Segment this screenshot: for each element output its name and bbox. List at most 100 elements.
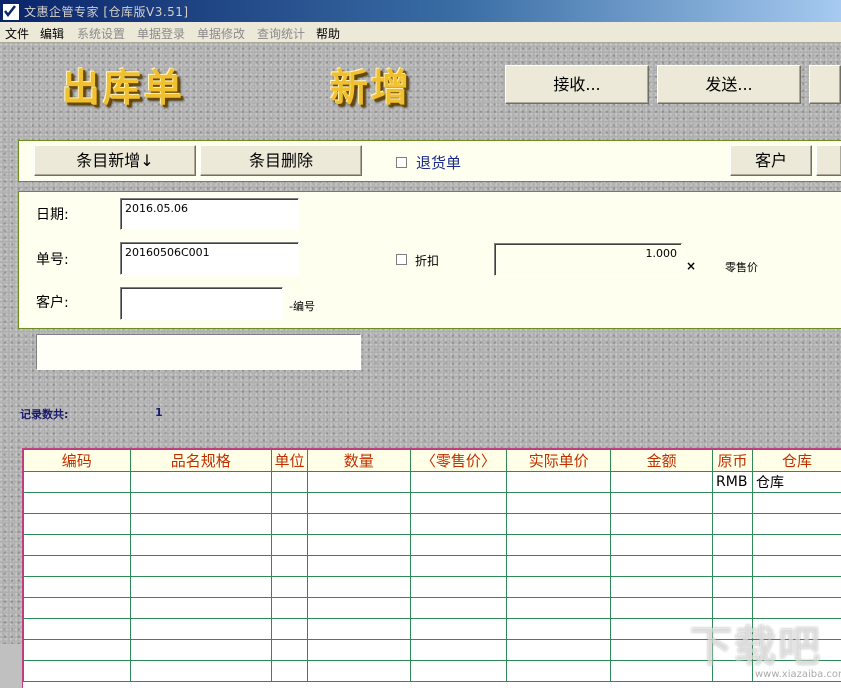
table-cell[interactable]	[24, 472, 131, 493]
column-header[interactable]: 〈零售价〉	[410, 450, 507, 472]
table-cell[interactable]: 仓库	[752, 472, 841, 493]
table-cell[interactable]	[611, 493, 713, 514]
table-cell[interactable]	[507, 661, 611, 682]
table-cell[interactable]	[713, 577, 753, 598]
table-cell[interactable]	[307, 661, 410, 682]
table-cell[interactable]	[410, 556, 507, 577]
table-cell[interactable]	[611, 514, 713, 535]
column-header[interactable]: 仓库	[752, 450, 841, 472]
table-cell[interactable]	[130, 577, 271, 598]
table-cell[interactable]	[307, 640, 410, 661]
table-cell[interactable]	[410, 619, 507, 640]
column-header[interactable]: 数量	[307, 450, 410, 472]
menu-document-edit[interactable]: 单据修改	[197, 25, 245, 42]
menu-file[interactable]: 文件	[5, 25, 29, 42]
column-header[interactable]: 编码	[24, 450, 131, 472]
column-header[interactable]: 实际单价	[507, 450, 611, 472]
table-cell[interactable]	[24, 535, 131, 556]
table-cell[interactable]	[130, 598, 271, 619]
column-header[interactable]: 品名规格	[130, 450, 271, 472]
table-cell[interactable]	[130, 661, 271, 682]
table-cell[interactable]	[24, 619, 131, 640]
table-cell[interactable]	[410, 598, 507, 619]
table-cell[interactable]	[24, 640, 131, 661]
date-input[interactable]: 2016.05.06	[120, 198, 299, 230]
table-cell[interactable]	[507, 472, 611, 493]
table-cell[interactable]	[752, 556, 841, 577]
extra-toolbar-button[interactable]	[816, 145, 841, 176]
table-cell[interactable]	[24, 493, 131, 514]
table-cell[interactable]	[130, 535, 271, 556]
table-cell[interactable]	[507, 535, 611, 556]
menu-query-stats[interactable]: 查询统计	[257, 25, 305, 42]
table-cell[interactable]	[611, 535, 713, 556]
extra-header-button[interactable]	[809, 65, 841, 104]
table-cell[interactable]	[410, 577, 507, 598]
table-cell[interactable]	[713, 493, 753, 514]
table-cell[interactable]	[130, 556, 271, 577]
table-cell[interactable]	[507, 640, 611, 661]
table-cell[interactable]	[130, 472, 271, 493]
delete-item-button[interactable]: 条目删除	[200, 145, 362, 176]
discount-input[interactable]: 1.000	[494, 243, 682, 276]
table-cell[interactable]	[713, 514, 753, 535]
menu-document-entry[interactable]: 单据登录	[137, 25, 185, 42]
table-cell[interactable]	[272, 514, 308, 535]
table-cell[interactable]	[410, 514, 507, 535]
table-cell[interactable]	[272, 472, 308, 493]
table-cell[interactable]	[410, 661, 507, 682]
table-row[interactable]	[24, 535, 841, 556]
table-row[interactable]	[24, 556, 841, 577]
table-cell[interactable]	[507, 556, 611, 577]
table-cell[interactable]	[307, 535, 410, 556]
table-cell[interactable]	[307, 493, 410, 514]
table-row[interactable]: RMB仓库	[24, 472, 841, 493]
receive-button[interactable]: 接收...	[505, 65, 649, 104]
table-cell[interactable]	[24, 577, 131, 598]
send-button[interactable]: 发送...	[657, 65, 801, 104]
table-cell[interactable]	[507, 577, 611, 598]
table-cell[interactable]	[307, 472, 410, 493]
table-cell[interactable]	[752, 514, 841, 535]
table-cell[interactable]	[410, 493, 507, 514]
table-cell[interactable]	[752, 577, 841, 598]
table-cell[interactable]: RMB	[713, 472, 753, 493]
table-cell[interactable]	[507, 598, 611, 619]
title-bar[interactable]: 文惠企管专家 [仓库版V3.51]	[0, 0, 841, 22]
table-cell[interactable]	[507, 514, 611, 535]
menu-help[interactable]: 帮助	[316, 25, 340, 42]
table-cell[interactable]	[713, 556, 753, 577]
add-item-button[interactable]: 条目新增↓	[34, 145, 196, 176]
memo-input[interactable]	[36, 334, 361, 370]
table-cell[interactable]	[611, 556, 713, 577]
table-row[interactable]	[24, 493, 841, 514]
table-cell[interactable]	[507, 619, 611, 640]
table-cell[interactable]	[130, 619, 271, 640]
table-cell[interactable]	[410, 535, 507, 556]
table-cell[interactable]	[272, 640, 308, 661]
table-cell[interactable]	[410, 640, 507, 661]
table-cell[interactable]	[307, 514, 410, 535]
table-cell[interactable]	[272, 556, 308, 577]
table-cell[interactable]	[507, 493, 611, 514]
table-cell[interactable]	[272, 619, 308, 640]
table-cell[interactable]	[410, 472, 507, 493]
customer-button[interactable]: 客户	[730, 145, 812, 176]
column-header[interactable]: 原币	[713, 450, 753, 472]
table-cell[interactable]	[307, 598, 410, 619]
table-cell[interactable]	[307, 619, 410, 640]
table-cell[interactable]	[611, 472, 713, 493]
table-cell[interactable]	[611, 577, 713, 598]
table-cell[interactable]	[752, 493, 841, 514]
table-cell[interactable]	[24, 661, 131, 682]
table-cell[interactable]	[272, 493, 308, 514]
table-cell[interactable]	[24, 598, 131, 619]
table-cell[interactable]	[752, 535, 841, 556]
table-row[interactable]	[24, 514, 841, 535]
return-checkbox[interactable]	[396, 157, 407, 168]
table-cell[interactable]	[307, 577, 410, 598]
table-cell[interactable]	[272, 535, 308, 556]
discount-checkbox[interactable]	[396, 254, 407, 265]
customer-input[interactable]	[120, 287, 283, 320]
column-header[interactable]: 单位	[272, 450, 308, 472]
